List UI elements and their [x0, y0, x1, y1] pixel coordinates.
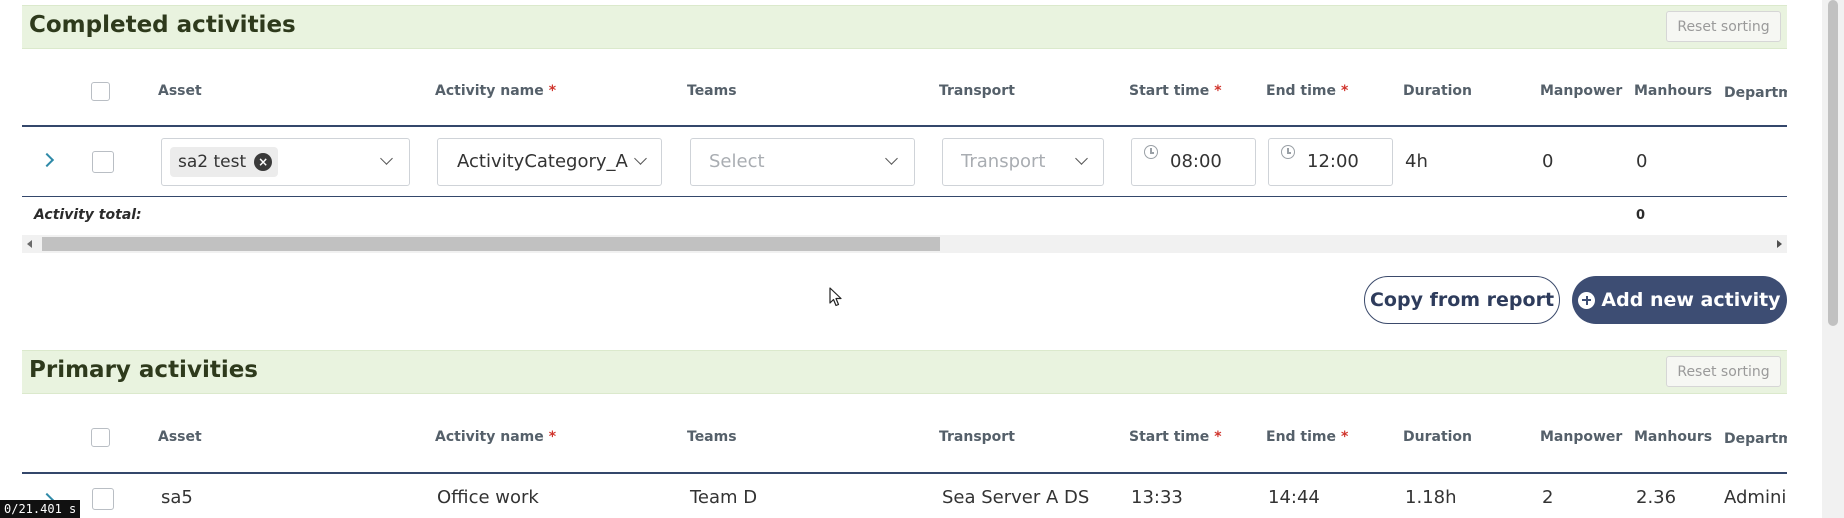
- completed-reset-sorting-button[interactable]: Reset sorting: [1666, 11, 1781, 42]
- col-end-time-label: End time: [1266, 429, 1336, 445]
- timer-overlay: 0/21.401 s: [0, 500, 81, 518]
- required-marker: *: [1341, 83, 1349, 99]
- col-activity-name[interactable]: Activity name *: [435, 83, 556, 99]
- end-time-input[interactable]: 12:00: [1268, 138, 1393, 186]
- scrollbar-thumb[interactable]: [42, 237, 940, 251]
- col-manpower[interactable]: Manpower: [1540, 429, 1622, 445]
- page: Completed activities Reset sorting Asset…: [0, 0, 1844, 518]
- copy-from-report-button[interactable]: Copy from report: [1364, 276, 1560, 324]
- col-start-time-label: Start time: [1129, 429, 1210, 445]
- clock-icon: [1281, 145, 1295, 159]
- col-start-time-label: Start time: [1129, 83, 1210, 99]
- teams-value: Team D: [690, 487, 758, 508]
- col-end-time[interactable]: End time *: [1266, 429, 1348, 445]
- transport-placeholder: Transport: [961, 151, 1046, 172]
- col-activity-name[interactable]: Activity name *: [435, 429, 556, 445]
- completed-activities-header: Completed activities Reset sorting: [22, 5, 1787, 49]
- add-new-activity-label: Add new activity: [1601, 289, 1781, 311]
- required-marker: *: [1214, 83, 1222, 99]
- duration-value: 4h: [1405, 151, 1428, 172]
- col-end-time-label: End time: [1266, 83, 1336, 99]
- primary-select-all-checkbox[interactable]: [91, 428, 110, 447]
- col-teams[interactable]: Teams: [687, 83, 737, 99]
- chevron-down-icon[interactable]: [1075, 152, 1088, 165]
- manpower-value: 0: [1542, 151, 1554, 172]
- primary-activities-header: Primary activities Reset sorting: [22, 350, 1787, 394]
- col-manpower[interactable]: Manpower: [1540, 83, 1622, 99]
- col-asset[interactable]: Asset: [158, 83, 202, 99]
- asset-value: sa5: [161, 487, 193, 508]
- row-select-checkbox[interactable]: [92, 151, 114, 173]
- end-time-value: 12:00: [1307, 151, 1359, 172]
- activity-total-manhours: 0: [1636, 208, 1646, 223]
- add-new-activity-button[interactable]: Add new activity: [1572, 276, 1787, 324]
- transport-select[interactable]: Transport: [942, 138, 1104, 186]
- plus-circle-icon: [1578, 291, 1596, 309]
- col-manhours[interactable]: Manhours: [1634, 429, 1712, 445]
- col-duration[interactable]: Duration: [1403, 429, 1472, 445]
- asset-chip-label: sa2 test: [178, 152, 247, 172]
- col-asset[interactable]: Asset: [158, 429, 202, 445]
- asset-multiselect[interactable]: sa2 test ×: [161, 138, 410, 186]
- activity-name-value: ActivityCategory_A: [457, 151, 628, 172]
- duration-value: 1.18h: [1405, 487, 1457, 508]
- col-end-time[interactable]: End time *: [1266, 83, 1348, 99]
- col-start-time[interactable]: Start time *: [1129, 429, 1222, 445]
- remove-chip-icon[interactable]: ×: [254, 153, 273, 171]
- department-value: Adminis: [1724, 487, 1787, 508]
- vertical-scrollbar-thumb[interactable]: [1828, 0, 1838, 326]
- col-teams[interactable]: Teams: [687, 429, 737, 445]
- start-time-input[interactable]: 08:00: [1131, 138, 1256, 186]
- row-select-checkbox[interactable]: [92, 488, 114, 510]
- scroll-right-arrow-icon[interactable]: [1777, 240, 1782, 248]
- manpower-value: 2: [1542, 487, 1554, 508]
- completed-activities-title: Completed activities: [29, 12, 296, 38]
- teams-placeholder: Select: [709, 151, 765, 172]
- expand-row-chevron-icon[interactable]: [39, 152, 55, 168]
- col-department[interactable]: Departme: [1724, 431, 1787, 447]
- manhours-value: 2.36: [1636, 487, 1677, 508]
- clock-icon: [1144, 145, 1158, 159]
- col-start-time[interactable]: Start time *: [1129, 83, 1222, 99]
- col-activity-name-label: Activity name: [435, 83, 544, 99]
- manhours-value: 0: [1636, 151, 1648, 172]
- required-marker: *: [548, 429, 557, 445]
- start-time-value: 08:00: [1170, 151, 1222, 172]
- required-marker: *: [1214, 429, 1222, 445]
- completed-select-all-checkbox[interactable]: [91, 82, 110, 101]
- vertical-scrollbar[interactable]: [1822, 0, 1844, 518]
- primary-activities-title: Primary activities: [29, 357, 258, 383]
- completed-activities-table: Asset Activity name * Teams Transport Sta…: [22, 50, 1787, 255]
- row-divider: [22, 196, 1787, 197]
- header-divider: [22, 472, 1787, 474]
- start-time-value: 13:33: [1131, 487, 1183, 508]
- col-manhours[interactable]: Manhours: [1634, 83, 1712, 99]
- col-transport[interactable]: Transport: [939, 429, 1015, 445]
- asset-chip: sa2 test ×: [170, 147, 279, 177]
- teams-select[interactable]: Select: [690, 138, 915, 186]
- activity-name-value: Office work: [437, 487, 539, 508]
- primary-reset-sorting-button[interactable]: Reset sorting: [1666, 356, 1781, 387]
- primary-activities-table: Asset Activity name * Teams Transport Sta…: [22, 395, 1787, 518]
- required-marker: *: [1341, 429, 1349, 445]
- required-marker: *: [548, 83, 557, 99]
- col-department[interactable]: Departme: [1724, 85, 1787, 101]
- end-time-value: 14:44: [1268, 487, 1320, 508]
- col-activity-name-label: Activity name: [435, 429, 544, 445]
- horizontal-scrollbar[interactable]: [22, 235, 1787, 253]
- col-transport[interactable]: Transport: [939, 83, 1015, 99]
- chevron-down-icon[interactable]: [380, 152, 393, 165]
- header-divider: [22, 125, 1787, 127]
- activity-total-label: Activity total:: [34, 207, 142, 223]
- scroll-left-arrow-icon[interactable]: [27, 240, 32, 248]
- chevron-down-icon[interactable]: [885, 152, 898, 165]
- activity-name-select[interactable]: ActivityCategory_A: [437, 138, 662, 186]
- col-duration[interactable]: Duration: [1403, 83, 1472, 99]
- transport-value: Sea Server A DS: [942, 487, 1090, 508]
